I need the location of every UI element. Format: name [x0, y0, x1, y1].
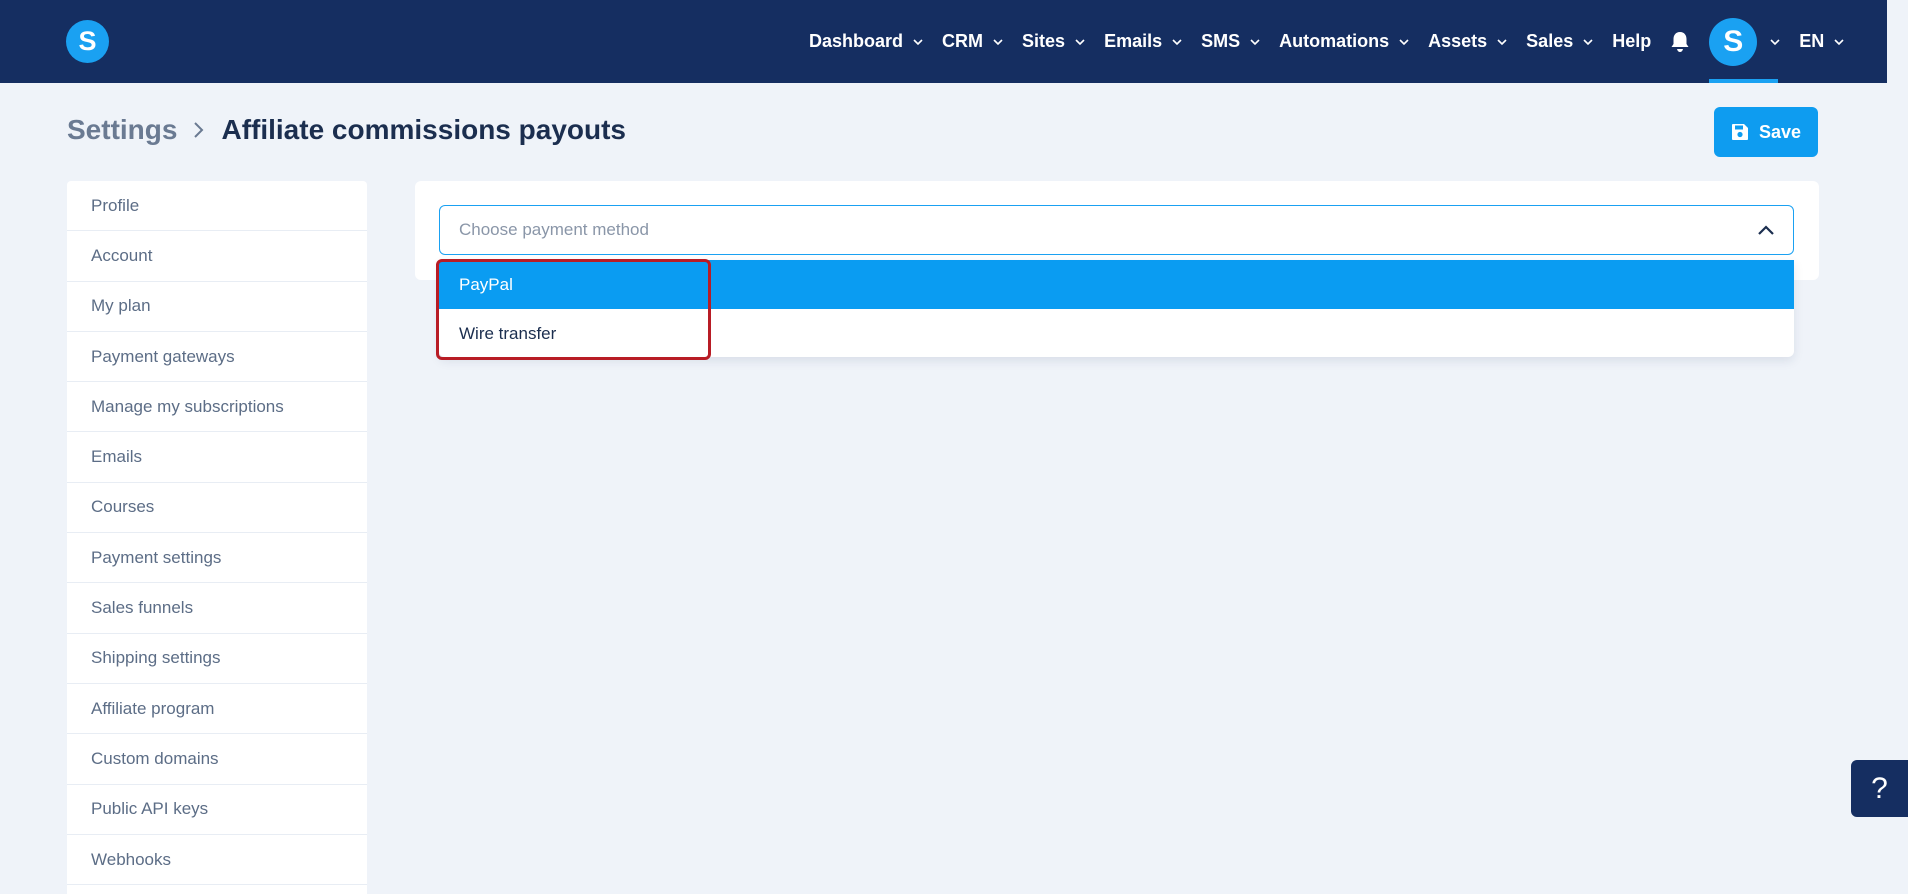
nav-item-help[interactable]: Help [1612, 31, 1651, 52]
sidebar-item-label: Courses [91, 497, 155, 517]
breadcrumb-settings-link[interactable]: Settings [67, 114, 177, 146]
avatar[interactable]: S [1709, 17, 1758, 66]
chevron-down-icon [1770, 38, 1780, 45]
breadcrumb: Settings Affiliate commissions payouts [67, 114, 626, 146]
sidebar-item-label: My plan [91, 296, 151, 316]
help-button[interactable]: ? [1851, 760, 1908, 817]
settings-sidebar: Profile Account My plan Payment gateways… [67, 181, 367, 894]
nav-item-sms[interactable]: SMS [1201, 31, 1261, 52]
nav-item-label: Assets [1428, 31, 1488, 51]
sidebar-item-label: Webhooks [91, 849, 172, 869]
sidebar-item-label: Payment gateways [91, 346, 235, 366]
language-label: EN [1799, 31, 1825, 51]
nav-item-label: SMS [1201, 31, 1241, 51]
nav-item-label: Emails [1104, 31, 1163, 51]
save-button[interactable]: Save [1714, 107, 1818, 157]
chevron-down-icon [1834, 38, 1844, 45]
sidebar-item-my-plan[interactable]: My plan [67, 282, 367, 332]
sidebar-item-label: Profile [91, 195, 140, 215]
chevron-down-icon [1250, 38, 1260, 45]
sidebar-item-sales-funnels[interactable]: Sales funnels [67, 583, 367, 634]
chevron-down-icon [1497, 38, 1507, 45]
sidebar-item-manage-subscriptions[interactable]: Manage my subscriptions [67, 382, 367, 433]
sidebar-item-shipping-settings[interactable]: Shipping settings [67, 634, 367, 684]
nav-item-label: Help [1612, 31, 1652, 51]
sidebar-item-account[interactable]: Account [67, 231, 367, 282]
sidebar-item-profile[interactable]: Profile [67, 181, 367, 232]
sidebar-item-custom-domains[interactable]: Custom domains [67, 734, 367, 785]
sidebar-item-label: Affiliate program [91, 698, 215, 718]
top-navigation-bar: S Dashboard CRM Sites Emails SMS Automat… [0, 0, 1887, 83]
nav-item-label: Sales [1526, 31, 1574, 51]
payment-method-placeholder: Choose payment method [459, 220, 649, 239]
nav-item-label: Dashboard [809, 31, 904, 51]
sidebar-item-courses[interactable]: Courses [67, 483, 367, 534]
chevron-up-icon[interactable] [1757, 223, 1775, 237]
sidebar-item-payment-settings[interactable]: Payment settings [67, 533, 367, 584]
nav-item-assets[interactable]: Assets [1428, 31, 1508, 52]
page-title: Affiliate commissions payouts [221, 114, 627, 145]
sidebar-item-public-api-keys[interactable]: Public API keys [67, 785, 367, 835]
chevron-right-icon [194, 122, 204, 138]
main-nav: Dashboard CRM Sites Emails SMS Automatio… [809, 0, 1863, 83]
sidebar-item-label: Custom domains [91, 748, 219, 768]
sidebar-item-label: Public API keys [91, 799, 209, 819]
save-button-label: Save [1758, 121, 1802, 142]
sidebar-item-label: Shipping settings [91, 648, 221, 668]
help-button-label: ? [1871, 771, 1888, 805]
bell-icon[interactable] [1669, 30, 1691, 54]
nav-item-sales[interactable]: Sales [1526, 31, 1594, 52]
nav-item-automations[interactable]: Automations [1279, 31, 1410, 52]
annotation-highlight-box [436, 259, 711, 360]
chevron-down-icon [1172, 38, 1182, 45]
language-selector[interactable]: EN [1799, 31, 1845, 52]
sidebar-item-affiliate-program[interactable]: Affiliate program [67, 684, 367, 735]
chevron-down-icon [913, 38, 923, 45]
nav-item-dashboard[interactable]: Dashboard [809, 31, 924, 52]
nav-item-sites[interactable]: Sites [1022, 31, 1086, 52]
chevron-down-icon [1583, 38, 1593, 45]
chevron-down-icon [1399, 38, 1409, 45]
floppy-disk-icon [1731, 124, 1748, 140]
sidebar-item-label: Account [91, 245, 153, 265]
chevron-down-icon [1075, 38, 1085, 45]
sidebar-item-payment-gateways[interactable]: Payment gateways [67, 332, 367, 383]
nav-item-crm[interactable]: CRM [942, 31, 1004, 52]
active-indicator [1709, 79, 1779, 83]
sidebar-item-label: Emails [91, 447, 143, 467]
sidebar-item-webhooks[interactable]: Webhooks [67, 835, 367, 886]
sidebar-item-label: Manage my subscriptions [91, 396, 284, 416]
sidebar-item-emails[interactable]: Emails [67, 432, 367, 483]
nav-item-emails[interactable]: Emails [1104, 31, 1183, 52]
chevron-down-icon [993, 38, 1003, 45]
sidebar-item-label: Payment settings [91, 547, 222, 567]
logo[interactable]: S [66, 20, 109, 63]
nav-item-label: Automations [1279, 31, 1390, 51]
nav-item-label: Sites [1022, 31, 1066, 51]
payment-method-select[interactable]: Choose payment method [439, 205, 1794, 255]
sidebar-item-label: Sales funnels [91, 598, 194, 618]
user-menu[interactable]: S [1709, 0, 1781, 83]
nav-item-label: CRM [942, 31, 984, 51]
